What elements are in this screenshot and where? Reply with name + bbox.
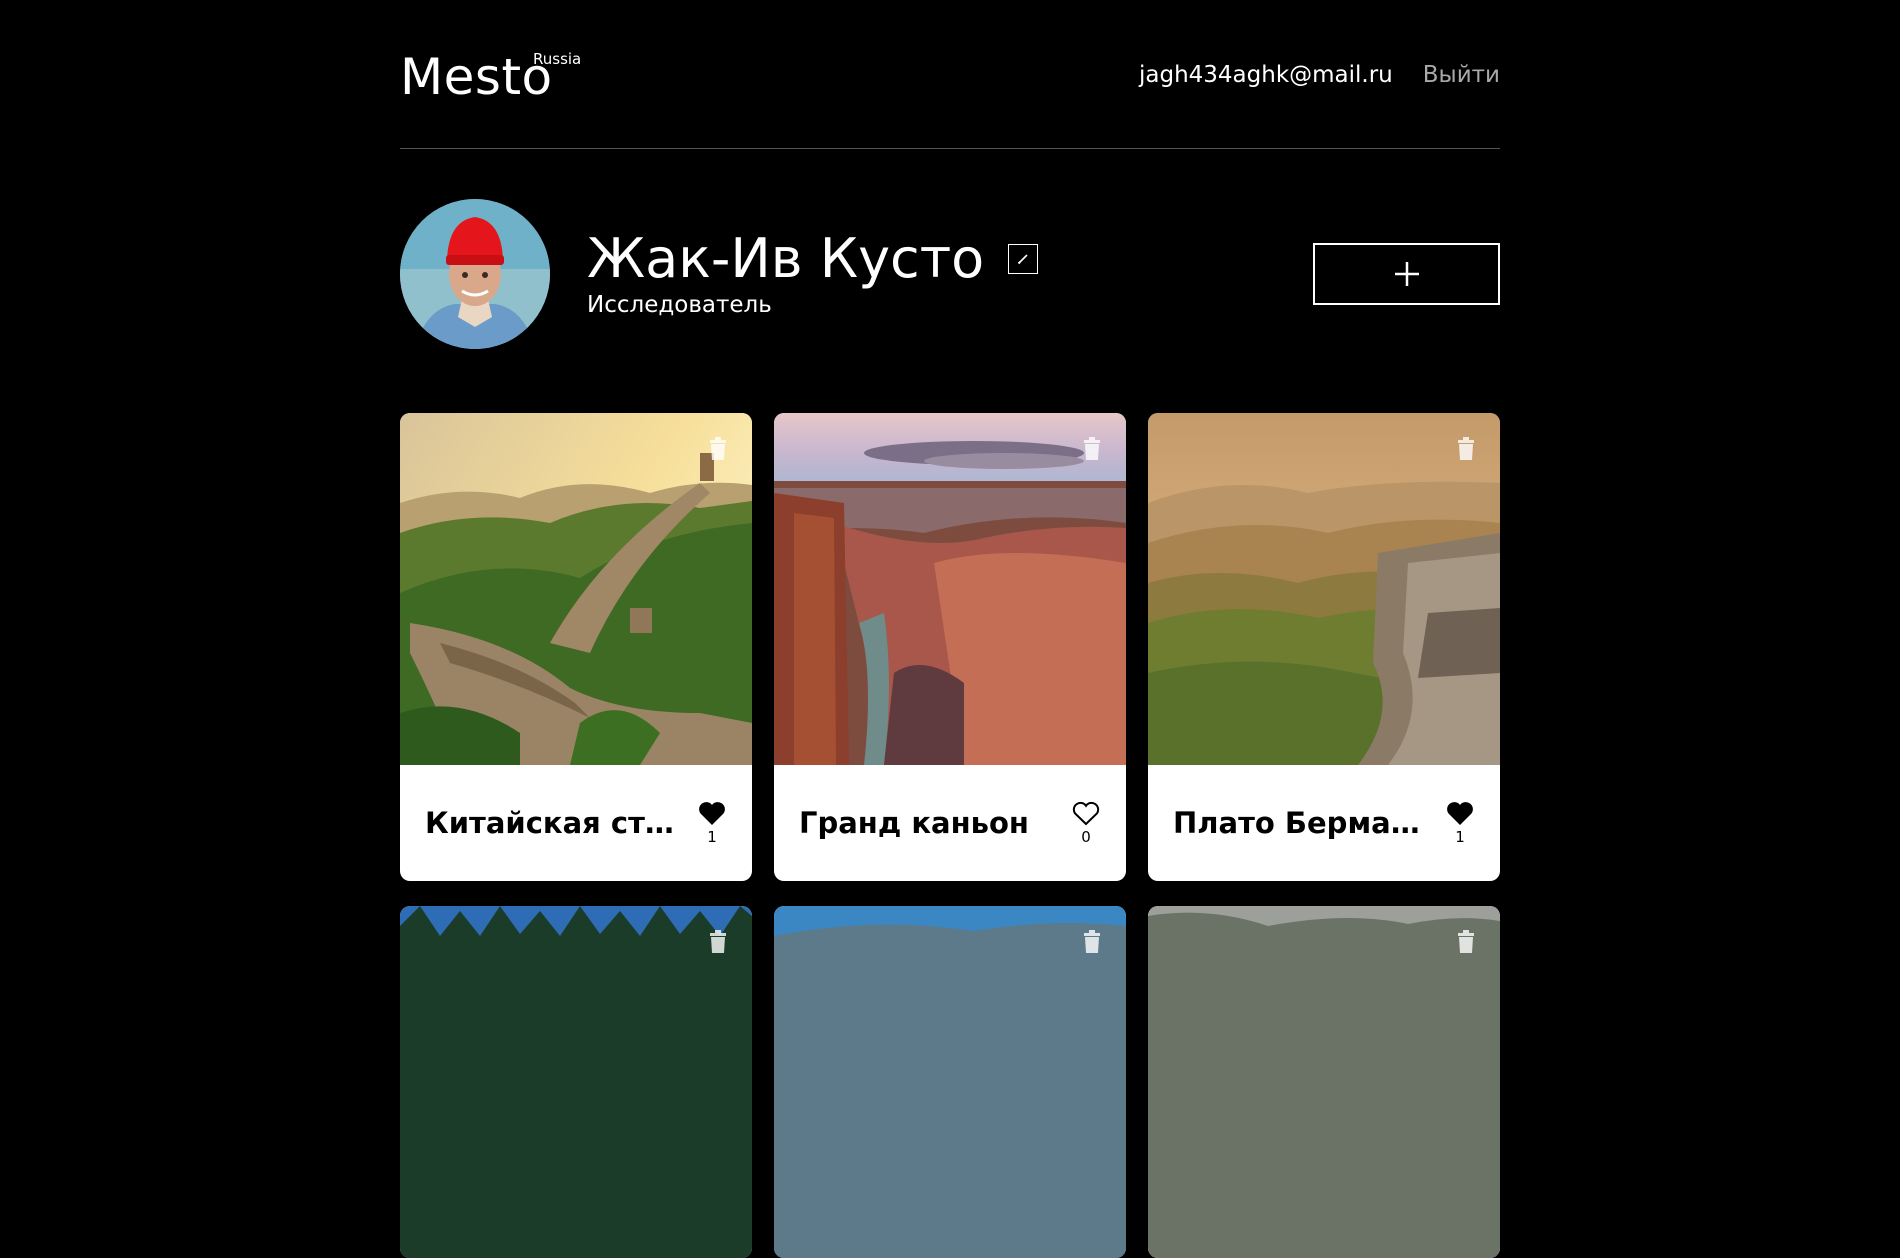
- card-title: Китайская стена: [425, 806, 685, 840]
- card-caption: Плато Бермамыт 1: [1148, 765, 1500, 881]
- profile-name: Жак-Ив Кусто: [587, 227, 985, 290]
- like-button[interactable]: 1: [1445, 801, 1475, 846]
- page: Mesto Russia jagh434aghk@mail.ru Выйти Ж…: [400, 0, 1500, 1258]
- heart-icon: [699, 801, 725, 825]
- trash-icon[interactable]: [708, 437, 728, 461]
- card-title: Плато Бермамыт: [1173, 806, 1433, 840]
- cards-grid: Китайская стена 1 Гранд каньон 0 Плато Б…: [400, 413, 1500, 1258]
- profile-about: Исследователь: [587, 292, 772, 318]
- header-user-menu: jagh434aghk@mail.ru Выйти: [1139, 62, 1500, 88]
- like-count: 0: [1081, 827, 1091, 846]
- heart-icon: [1447, 801, 1473, 825]
- pencil-icon: [1018, 254, 1028, 265]
- card-image[interactable]: [774, 413, 1126, 765]
- card-image[interactable]: [1148, 413, 1500, 765]
- trash-icon[interactable]: [1456, 437, 1476, 461]
- card-title: Гранд каньон: [799, 806, 1029, 840]
- like-button[interactable]: 1: [697, 801, 727, 846]
- card-image[interactable]: [1148, 906, 1500, 1258]
- plus-icon: [1394, 262, 1419, 286]
- edit-profile-button[interactable]: [1008, 244, 1039, 274]
- card: Гранд каньон 0: [774, 413, 1126, 881]
- card: Плато Бермамыт 1: [1148, 413, 1500, 881]
- trash-icon[interactable]: [1082, 930, 1102, 954]
- like-button[interactable]: 0: [1071, 801, 1101, 846]
- card-image[interactable]: [400, 413, 752, 765]
- profile-name-row: Жак-Ив Кусто: [587, 227, 1039, 290]
- logo-region: Russia: [533, 50, 582, 68]
- card: [774, 906, 1126, 1258]
- like-count: 1: [707, 827, 717, 846]
- logout-link[interactable]: Выйти: [1423, 62, 1500, 88]
- card: [400, 906, 752, 1258]
- user-email: jagh434aghk@mail.ru: [1138, 62, 1393, 88]
- logo[interactable]: Mesto: [400, 52, 553, 102]
- card: Китайская стена 1: [400, 413, 752, 881]
- card: [1148, 906, 1500, 1258]
- heart-icon: [1072, 801, 1100, 825]
- like-count: 1: [1455, 827, 1465, 846]
- add-card-button[interactable]: [1313, 243, 1500, 305]
- trash-icon[interactable]: [708, 930, 728, 954]
- profile: Жак-Ив Кусто Исследователь: [400, 149, 1500, 413]
- trash-icon[interactable]: [1456, 930, 1476, 954]
- avatar[interactable]: [400, 199, 550, 349]
- trash-icon[interactable]: [1082, 437, 1102, 461]
- card-caption: Гранд каньон 0: [774, 765, 1126, 881]
- card-image[interactable]: [774, 906, 1126, 1258]
- card-caption: Китайская стена 1: [400, 765, 752, 881]
- card-image[interactable]: [400, 906, 752, 1258]
- header: Mesto Russia jagh434aghk@mail.ru Выйти: [400, 0, 1500, 149]
